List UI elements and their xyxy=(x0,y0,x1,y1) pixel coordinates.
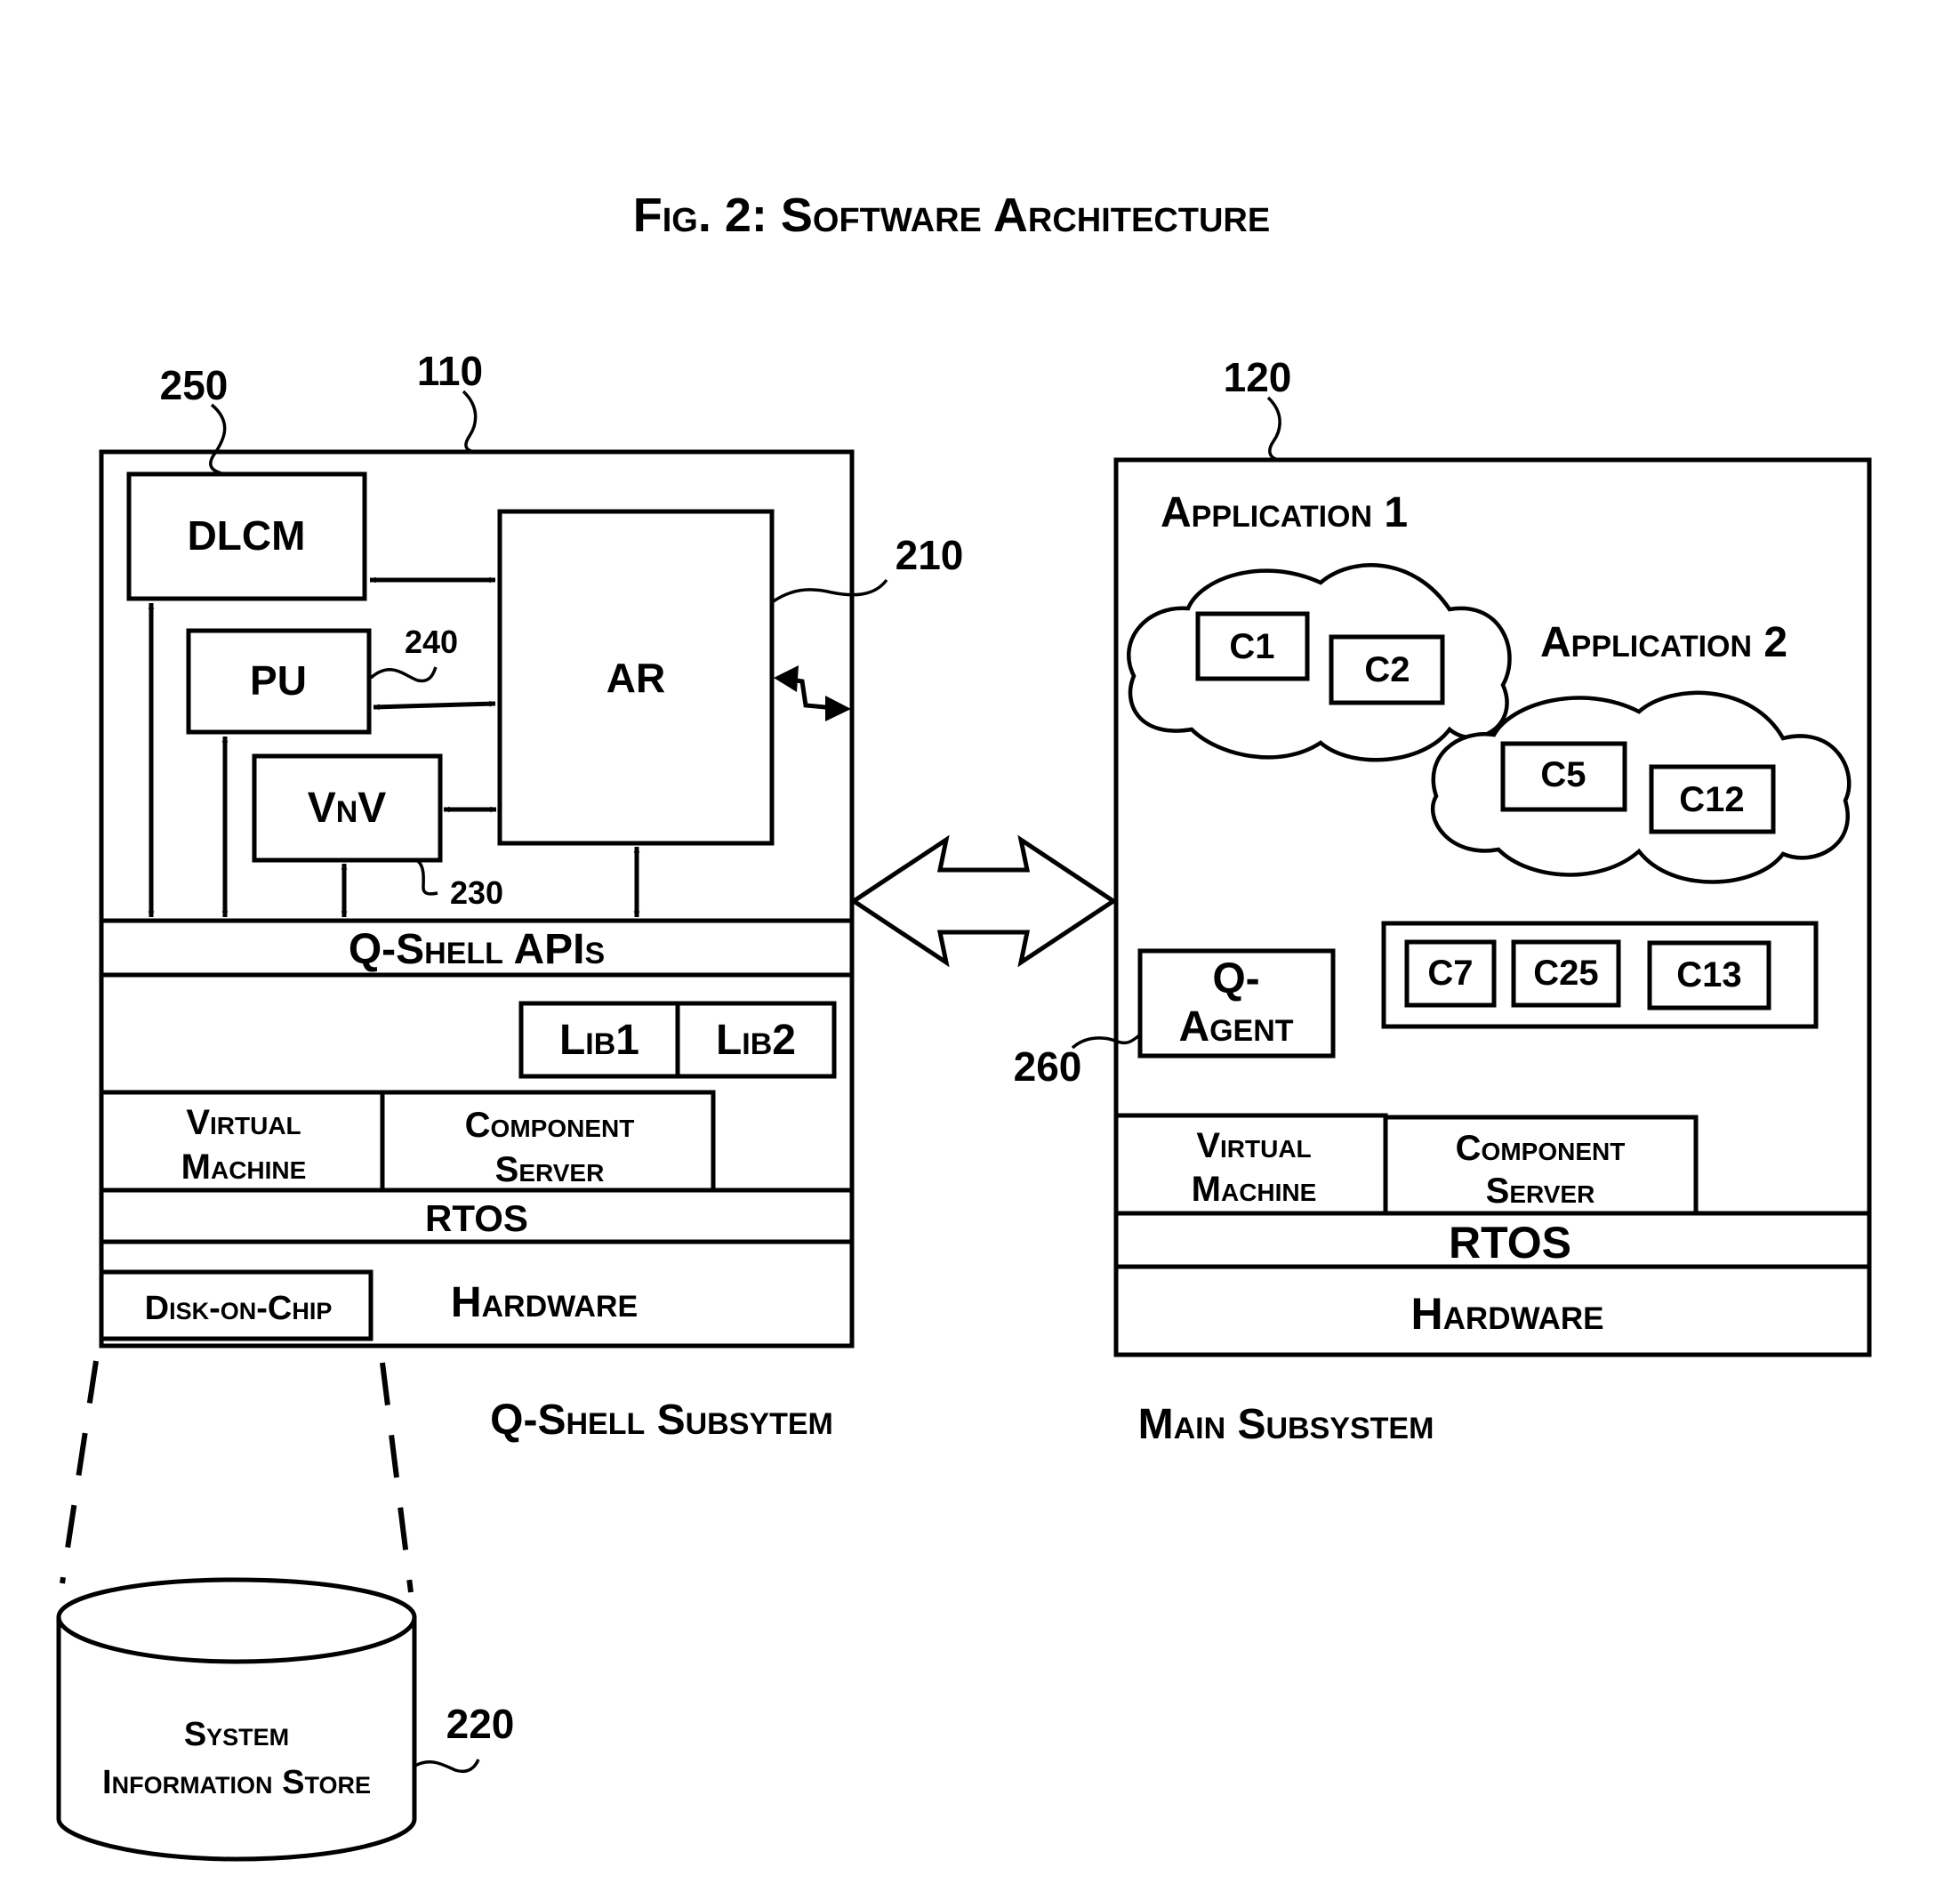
qshell-vm-line1: Virtual xyxy=(186,1103,301,1142)
component-c13[interactable]: C13 xyxy=(1647,940,1771,1010)
vnv-label: VnV xyxy=(308,785,387,832)
ar-module[interactable]: AR xyxy=(497,509,775,846)
ref-240-label: 240 xyxy=(405,624,458,660)
q-agent-line2: Agent xyxy=(1178,1003,1293,1051)
ref-230-label: 230 xyxy=(450,874,503,911)
main-vm-line2: Machine xyxy=(1192,1170,1317,1209)
projection-line-right xyxy=(380,1362,414,1593)
component-c7[interactable]: C7 xyxy=(1404,939,1497,1008)
main-virtual-machine[interactable]: Virtual Machine xyxy=(1113,1113,1388,1216)
qshell-cs-line2: Server xyxy=(495,1150,605,1189)
qshell-apis-layer[interactable]: Q-Shell APIs xyxy=(99,918,855,978)
main-subsystem-caption: Main Subsystem xyxy=(1138,1401,1434,1448)
c1-label: C1 xyxy=(1229,627,1274,666)
c7-label: C7 xyxy=(1427,954,1473,993)
main-cs-line2: Server xyxy=(1486,1171,1595,1211)
ref-250-label: 250 xyxy=(160,362,229,408)
pu-label: PU xyxy=(250,657,307,704)
store-line1: System xyxy=(184,1716,289,1753)
shared-component-group: C7 C25 C13 xyxy=(1381,921,1819,1029)
application-1-label: Application 1 xyxy=(1161,489,1408,536)
main-subsystem: 120 Application 1 C1 C2 Application 2 C5 xyxy=(1014,354,1872,1448)
lib2-label: Lib2 xyxy=(716,1017,796,1064)
application-2-label: Application 2 xyxy=(1540,619,1787,666)
disk-on-chip-label: Disk-on-Chip xyxy=(145,1290,333,1327)
system-information-store[interactable]: System Information Store xyxy=(56,1577,417,1862)
main-rtos-layer[interactable]: RTOS xyxy=(1113,1211,1872,1269)
library-lib2[interactable]: Lib2 xyxy=(675,1001,837,1079)
vnv-module[interactable]: VnV xyxy=(252,753,443,863)
qshell-apis-label: Q-Shell APIs xyxy=(349,926,605,973)
c12-label: C12 xyxy=(1679,780,1744,819)
main-rtos-label: RTOS xyxy=(1449,1218,1571,1268)
software-architecture-diagram: Fig. 2: Software Architecture 250 110 DL… xyxy=(56,189,1872,1862)
component-c12[interactable]: C12 xyxy=(1649,764,1776,834)
library-lib1[interactable]: Lib1 xyxy=(518,1001,680,1079)
ar-label: AR xyxy=(606,655,665,701)
dlcm-label: DLCM xyxy=(188,512,306,559)
projection-line-left xyxy=(60,1360,99,1584)
main-vm-line1: Virtual xyxy=(1196,1126,1311,1165)
qshell-cs-line1: Component xyxy=(465,1106,635,1145)
pu-module[interactable]: PU xyxy=(186,628,372,735)
qshell-subsystem: 250 110 DLCM AR PU 240 VnV 230 210 Q-She… xyxy=(99,348,964,1444)
qshell-vm-line2: Machine xyxy=(181,1147,307,1187)
dlcm-module[interactable]: DLCM xyxy=(126,471,367,601)
library-group: Lib1 Lib2 xyxy=(518,1001,837,1079)
ref-110-label: 110 xyxy=(417,348,483,394)
main-hardware-label: Hardware xyxy=(1411,1289,1604,1339)
component-c1[interactable]: C1 xyxy=(1195,611,1310,681)
c25-label: C25 xyxy=(1533,954,1598,993)
ref-220-label: 220 xyxy=(446,1701,515,1747)
lib1-label: Lib1 xyxy=(559,1017,639,1064)
c5-label: C5 xyxy=(1540,755,1586,794)
q-agent[interactable]: Q- Agent xyxy=(1137,948,1336,1059)
ref-220-leader xyxy=(414,1759,480,1773)
qshell-virtual-machine[interactable]: Virtual Machine xyxy=(99,1090,385,1193)
subsystem-communication-arrow xyxy=(849,834,1118,968)
store-line2: Information Store xyxy=(102,1764,371,1801)
ref-110-leader xyxy=(462,390,479,454)
qshell-rtos-label: RTOS xyxy=(425,1197,528,1239)
main-cs-line1: Component xyxy=(1456,1129,1626,1168)
component-c25[interactable]: C25 xyxy=(1511,939,1621,1008)
figure-title: Fig. 2: Software Architecture xyxy=(633,189,1270,242)
qshell-hardware-label: Hardware xyxy=(451,1279,638,1326)
component-c2[interactable]: C2 xyxy=(1329,634,1445,705)
disk-on-chip[interactable]: Disk-on-Chip xyxy=(99,1269,374,1341)
qshell-rtos-layer[interactable]: RTOS xyxy=(99,1188,855,1244)
component-c5[interactable]: C5 xyxy=(1500,741,1627,812)
ref-120-label: 120 xyxy=(1224,354,1292,400)
ref-120-leader xyxy=(1266,396,1281,462)
q-agent-line1: Q- xyxy=(1212,955,1259,1002)
main-component-server[interactable]: Component Server xyxy=(1383,1115,1699,1216)
ref-210-label: 210 xyxy=(896,532,964,578)
qshell-component-server[interactable]: Component Server xyxy=(380,1090,716,1193)
c13-label: C13 xyxy=(1676,955,1741,994)
main-hardware-layer[interactable]: Hardware xyxy=(1113,1264,1872,1357)
qshell-subsystem-caption: Q-Shell Subsytem xyxy=(490,1397,833,1444)
ref-260-label: 260 xyxy=(1014,1043,1082,1090)
c2-label: C2 xyxy=(1364,650,1410,689)
